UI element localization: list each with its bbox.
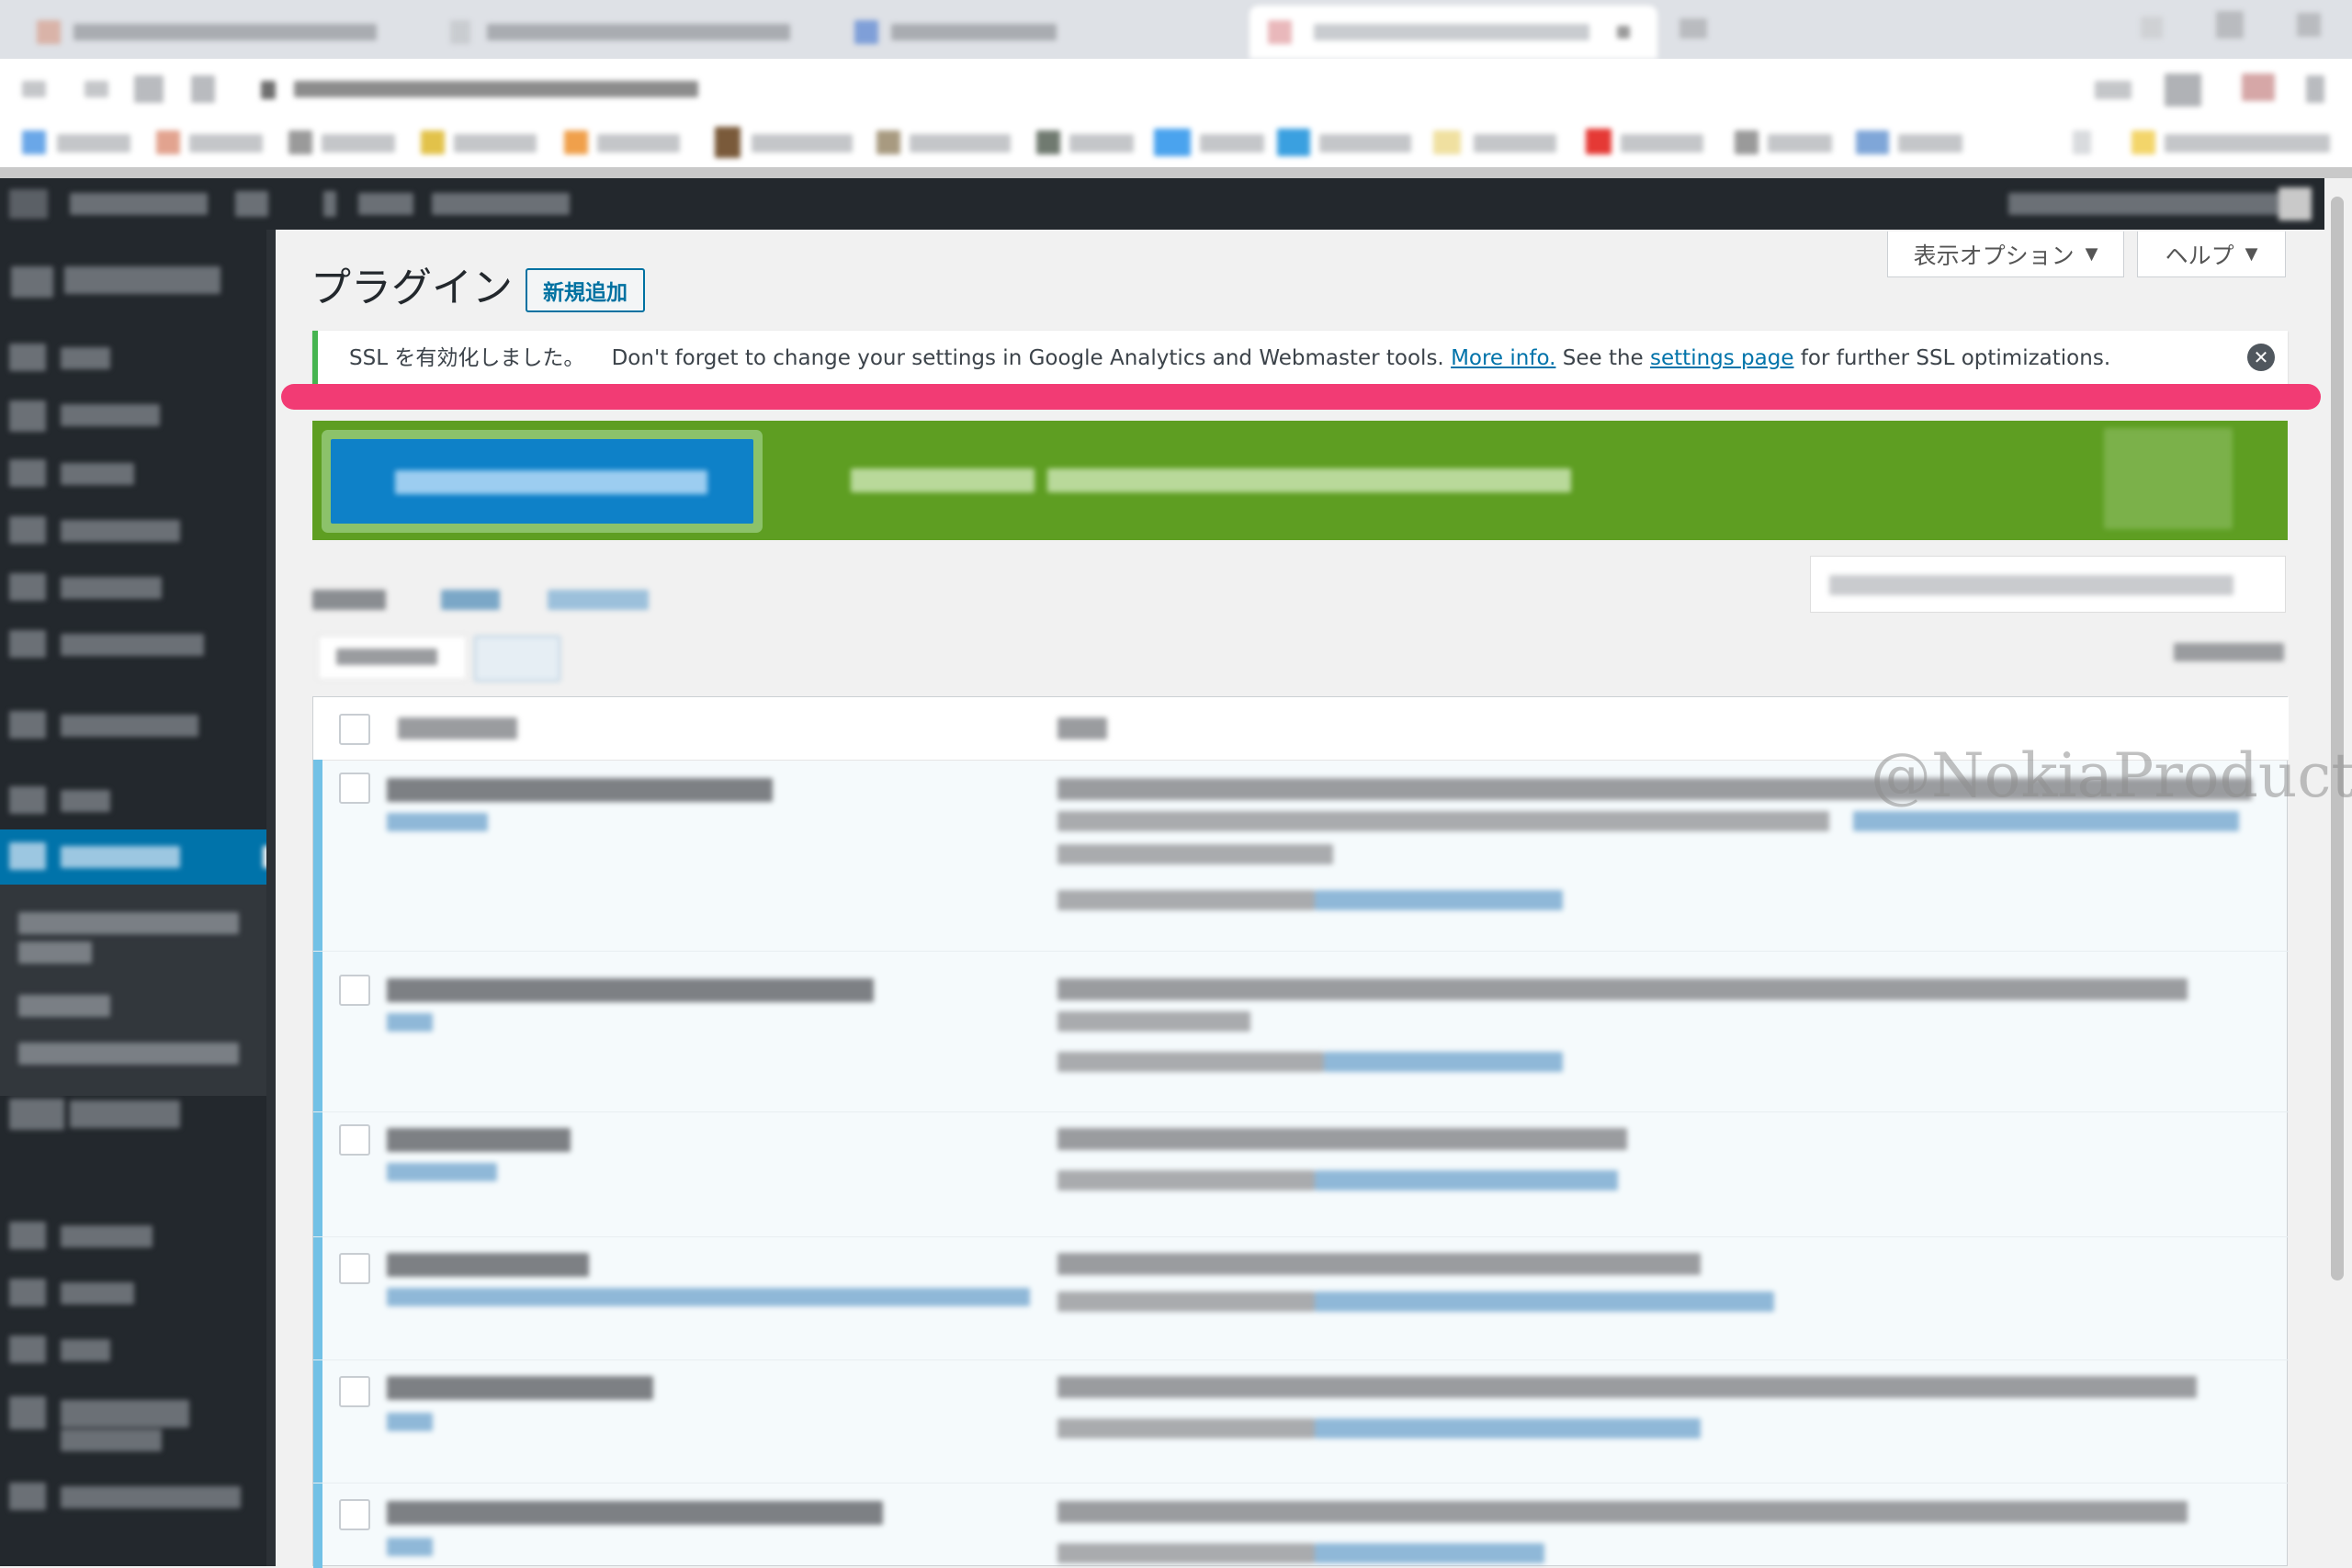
browser-tab[interactable] [432,6,836,59]
select-all-checkbox[interactable] [339,714,370,745]
page-title: プラグイン [311,265,513,311]
table-row [313,1111,2289,1237]
dismiss-icon[interactable]: ✕ [2247,344,2275,371]
plugin-search-input[interactable] [1810,556,2286,613]
promo-button[interactable] [331,439,753,524]
settings-page-link[interactable]: settings page [1650,346,1793,370]
browser-tab-active[interactable] [1250,6,1657,59]
promo-banner [312,421,2288,540]
row-checkbox[interactable] [339,1376,370,1407]
help-button[interactable]: ヘルプ ▼ [2137,231,2286,277]
items-count [2174,641,2284,663]
browser-tab[interactable] [845,6,1231,59]
bookmarks-bar [0,119,2352,168]
plugin-filter-links[interactable] [312,584,680,615]
sidebar-item-plugins[interactable] [0,829,276,885]
ssl-activated-notice: SSL を有効化しました。 Don't forget to change you… [312,331,2288,386]
window-divider [0,167,2352,178]
table-row [313,1359,2289,1483]
notice-text-2: See the [1562,346,1644,370]
chevron-down-icon: ▼ [2245,244,2258,264]
help-label: ヘルプ [2165,242,2234,269]
add-new-plugin-button[interactable]: 新規追加 [526,268,645,312]
row-checkbox[interactable] [339,1499,370,1530]
row-checkbox[interactable] [339,1253,370,1284]
address-bar[interactable] [0,59,2352,119]
highlight-annotation [281,384,2321,410]
notice-text-3: for further SSL optimizations. [1800,346,2111,370]
notice-text-1: Don't forget to change your settings in … [611,346,1444,370]
browser-tab-strip [0,0,2352,59]
row-checkbox[interactable] [339,1124,370,1156]
row-checkbox[interactable] [339,975,370,1006]
admin-toolbar [0,178,2324,230]
screen-options-button[interactable]: 表示オプション ▼ [1887,231,2124,277]
watermark: @NokiaProduction [1871,740,2352,811]
sidebar-submenu [0,885,276,1096]
chevron-down-icon: ▼ [2085,244,2098,264]
row-checkbox[interactable] [339,773,370,804]
notice-message: SSL を有効化しました。 Don't forget to change you… [349,331,2110,386]
bulk-actions-select[interactable] [318,636,560,682]
notice-prefix: SSL を有効化しました。 [349,346,585,370]
more-info-link[interactable]: More info. [1451,346,1555,370]
table-row [313,1236,2289,1360]
browser-tab[interactable] [9,6,423,59]
screen-options-label: 表示オプション [1913,242,2075,269]
table-row [313,951,2289,1112]
page-scrollbar-thumb[interactable] [2331,197,2344,1280]
sidebar-scrollbar[interactable] [266,230,276,1566]
table-row [313,1483,2289,1567]
plugin-table [312,696,2289,1568]
